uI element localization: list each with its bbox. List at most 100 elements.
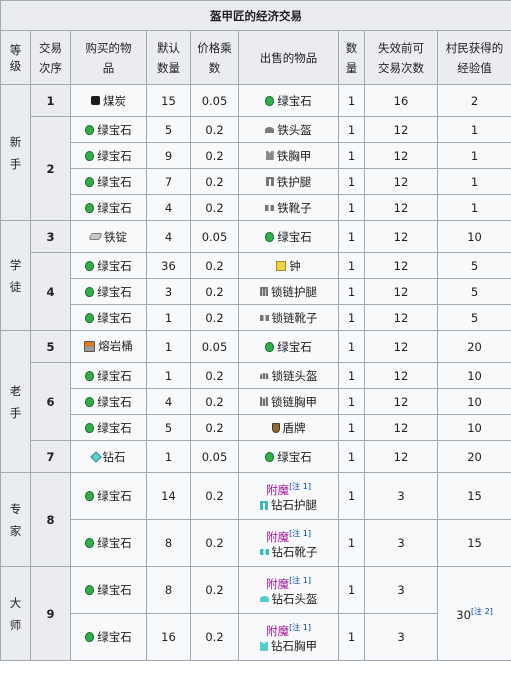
villager-xp: 1 bbox=[436, 116, 511, 143]
sold-qty: 1 bbox=[338, 330, 365, 363]
sell-item[interactable]: 盾牌 bbox=[238, 414, 339, 441]
max-trades: 12 bbox=[364, 362, 438, 389]
villager-xp: 10 bbox=[436, 362, 511, 389]
iron-leggings-icon bbox=[265, 177, 274, 186]
buy-item[interactable]: 绿宝石 bbox=[70, 519, 147, 567]
buy-item[interactable]: 绿宝石 bbox=[70, 278, 147, 305]
sell-item[interactable]: 锁链靴子 bbox=[238, 304, 339, 331]
buy-item[interactable]: 铁锭 bbox=[70, 220, 147, 253]
price-mult: 0.2 bbox=[190, 304, 239, 331]
sell-item[interactable]: 绿宝石 bbox=[238, 220, 339, 253]
trade-number: 9 bbox=[30, 566, 71, 661]
default-qty: 1 bbox=[146, 330, 191, 363]
buy-item[interactable]: 绿宝石 bbox=[70, 252, 147, 279]
buy-item-label: 钻石 bbox=[102, 449, 126, 464]
sell-item[interactable]: 附魔[注 1] 钻石护腿 bbox=[238, 472, 339, 520]
emerald-icon bbox=[265, 95, 275, 106]
buy-item[interactable]: 绿宝石 bbox=[70, 116, 147, 143]
default-qty: 8 bbox=[146, 566, 191, 614]
buy-item[interactable]: 绿宝石 bbox=[70, 566, 147, 614]
sell-item[interactable]: 铁头盔 bbox=[238, 116, 339, 143]
max-trades: 12 bbox=[364, 330, 438, 363]
max-trades: 12 bbox=[364, 194, 438, 221]
default-qty: 4 bbox=[146, 220, 191, 253]
sell-item[interactable]: 附魔[注 1] 钻石头盔 bbox=[238, 566, 339, 614]
enchanted-label: 附魔[注 1] bbox=[266, 620, 311, 639]
table-row: 绿宝石 4 0.2 锁链胸甲 1 12 10 bbox=[1, 388, 511, 415]
default-qty: 16 bbox=[146, 613, 191, 661]
note-link[interactable]: [注 2] bbox=[471, 607, 493, 616]
sell-item[interactable]: 绿宝石 bbox=[238, 84, 339, 117]
chain-boots-icon bbox=[259, 314, 269, 321]
header-max-trades-text: 失效前可 交易次数 bbox=[378, 40, 424, 75]
note-link[interactable]: [注 1] bbox=[289, 529, 311, 538]
max-trades: 3 bbox=[364, 613, 438, 661]
sold-qty: 1 bbox=[338, 168, 365, 195]
max-trades: 12 bbox=[364, 220, 438, 253]
sell-item[interactable]: 锁链胸甲 bbox=[238, 388, 339, 415]
villager-xp: 10 bbox=[436, 388, 511, 415]
buy-item[interactable]: 绿宝石 bbox=[70, 168, 147, 195]
sell-item[interactable]: 附魔[注 1] 钻石胸甲 bbox=[238, 613, 339, 661]
buy-item[interactable]: 绿宝石 bbox=[70, 362, 147, 389]
default-qty: 15 bbox=[146, 84, 191, 117]
table-caption: 盔甲匠的经济交易 bbox=[0, 0, 511, 31]
sell-item[interactable]: 绿宝石 bbox=[238, 330, 339, 363]
header-villager-xp: 村民获得的 经验值 bbox=[436, 30, 511, 85]
buy-item[interactable]: 绿宝石 bbox=[70, 472, 147, 520]
villager-xp: 20 bbox=[436, 440, 511, 473]
note-link[interactable]: [注 1] bbox=[289, 482, 311, 491]
max-trades: 3 bbox=[364, 472, 438, 520]
buy-item[interactable]: 绿宝石 bbox=[70, 414, 147, 441]
villager-xp: 10 bbox=[436, 220, 511, 253]
sell-item[interactable]: 锁链护腿 bbox=[238, 278, 339, 305]
table-row: 专 家 8 绿宝石 14 0.2 附魔[注 1] 钻石护腿 1 3 15 bbox=[0, 472, 511, 567]
sell-item[interactable]: 附魔[注 1] 钻石靴子 bbox=[238, 519, 339, 567]
diamond-icon bbox=[89, 450, 102, 463]
level-journeyman-text: 老 手 bbox=[9, 383, 22, 420]
enchanted-text: 附魔 bbox=[266, 623, 290, 638]
enchanted-text: 附魔 bbox=[266, 482, 290, 497]
sell-item-label: 铁靴子 bbox=[277, 200, 312, 215]
header-level-text: 等 级 bbox=[9, 42, 22, 73]
sell-item[interactable]: 锁链头盔 bbox=[238, 362, 339, 389]
header-villager-xp-text: 村民获得的 经验值 bbox=[445, 40, 504, 75]
buy-item[interactable]: 绿宝石 bbox=[70, 142, 147, 169]
villager-xp: 5 bbox=[436, 304, 511, 331]
buy-item-label: 绿宝石 bbox=[97, 174, 132, 189]
price-mult: 0.2 bbox=[190, 566, 239, 614]
max-trades: 12 bbox=[364, 142, 438, 169]
buy-item-label: 绿宝石 bbox=[97, 394, 132, 409]
buy-item[interactable]: 煤炭 bbox=[70, 84, 147, 117]
sell-item[interactable]: 铁护腿 bbox=[238, 168, 339, 195]
buy-item-label: 绿宝石 bbox=[97, 489, 132, 503]
sell-item[interactable]: 绿宝石 bbox=[238, 440, 339, 473]
enchanted-text: 附魔 bbox=[266, 529, 290, 544]
default-qty: 36 bbox=[146, 252, 191, 279]
sell-item[interactable]: 铁胸甲 bbox=[238, 142, 339, 169]
bell-icon bbox=[276, 260, 287, 271]
buy-item[interactable]: 绿宝石 bbox=[70, 613, 147, 661]
table-row: 7 钻石 1 0.05 绿宝石 1 12 20 bbox=[1, 440, 511, 473]
buy-item[interactable]: 熔岩桶 bbox=[70, 330, 147, 363]
note-link[interactable]: [注 1] bbox=[289, 576, 311, 585]
diamond-helmet-icon bbox=[259, 596, 269, 603]
buy-item[interactable]: 绿宝石 bbox=[70, 388, 147, 415]
buy-item[interactable]: 绿宝石 bbox=[70, 304, 147, 331]
emerald-icon bbox=[85, 538, 95, 548]
buy-item[interactable]: 钻石 bbox=[70, 440, 147, 473]
buy-item[interactable]: 绿宝石 bbox=[70, 194, 147, 221]
buy-item-label: 绿宝石 bbox=[97, 420, 132, 435]
villager-xp: 30[注 2] bbox=[436, 566, 511, 661]
header-qty: 数 量 bbox=[338, 30, 365, 85]
lava-bucket-icon bbox=[84, 340, 96, 352]
trade-number: 6 bbox=[30, 362, 71, 441]
max-trades: 12 bbox=[364, 278, 438, 305]
table-row: 4 绿宝石 36 0.2 钟 1 12 5 bbox=[1, 252, 511, 331]
buy-item-label: 绿宝石 bbox=[97, 122, 132, 137]
sell-item[interactable]: 钟 bbox=[238, 252, 339, 279]
sell-item[interactable]: 铁靴子 bbox=[238, 194, 339, 221]
note-link[interactable]: [注 1] bbox=[289, 623, 311, 632]
iron-ingot-icon bbox=[88, 233, 103, 240]
price-mult: 0.2 bbox=[190, 278, 239, 305]
